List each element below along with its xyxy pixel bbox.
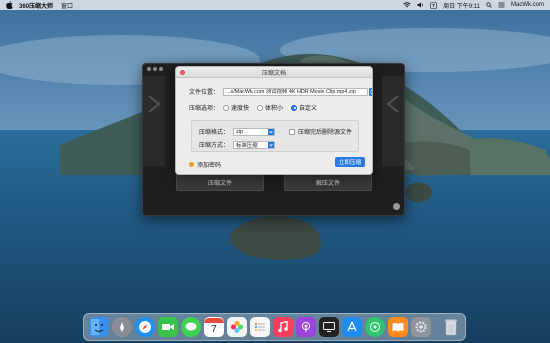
option-small-radio[interactable] [257, 104, 264, 111]
music-icon[interactable] [273, 317, 293, 337]
menu-window[interactable]: 窗口 [61, 1, 73, 10]
menu-datetime[interactable]: 周日 下午9:11 [443, 1, 480, 10]
podcasts-icon[interactable] [296, 317, 316, 337]
option-small-label: 体积小 [265, 106, 284, 112]
volume-icon[interactable] [417, 2, 424, 8]
input-method-icon[interactable] [430, 1, 437, 9]
safari-icon[interactable] [135, 317, 155, 337]
method-row: 压缩方式： 标准压缩 [199, 140, 276, 149]
menu-site-label: MacWk.com [511, 2, 544, 8]
option-custom-radio[interactable] [291, 104, 298, 111]
add-password-label[interactable]: 添加密码 [197, 160, 221, 169]
extract-file-button[interactable]: 解压文件 [284, 174, 372, 191]
zoom-window-button[interactable] [159, 67, 163, 71]
file-location-row: 文件位置： ...s/MacWk.com 测试视频 4K HDR Movie C… [189, 87, 372, 96]
file-location-label: 文件位置： [189, 90, 220, 96]
tv-icon[interactable] [319, 317, 339, 337]
calendar-day: 7 [211, 323, 217, 335]
method-select[interactable]: 标准压缩 [233, 140, 276, 149]
menu-extras: 周日 下午9:11 MacWk.com [403, 1, 544, 10]
dialog-title: 压缩文档 [261, 70, 286, 77]
option-custom-label: 自定义 [299, 106, 318, 112]
trash-icon[interactable] [441, 317, 461, 337]
format-label: 压缩格式： [199, 130, 230, 136]
dialog-close-button[interactable] [180, 70, 185, 75]
control-center-icon[interactable] [498, 2, 505, 8]
facetime-icon[interactable] [158, 317, 178, 337]
right-panel [382, 76, 404, 166]
method-label: 压缩方式： [199, 143, 230, 149]
compress-option-row: 压缩选项： 速度快 体积小 自定义 [189, 103, 325, 112]
path-dropdown-button[interactable] [369, 87, 372, 96]
lock-icon [189, 162, 194, 167]
calendar-icon[interactable]: 7 [204, 317, 224, 337]
app-store-icon[interactable] [342, 317, 362, 337]
spotlight-icon[interactable] [486, 2, 492, 8]
compress-dialog: 压缩文档 文件位置： ...s/MacWk.com 测试视频 4K HDR Mo… [175, 66, 373, 175]
chevron-down-icon [268, 128, 275, 135]
compress-option-label: 压缩选项： [189, 106, 220, 112]
method-value: 标准压缩 [236, 142, 258, 149]
chevron-down-icon [268, 141, 275, 148]
option-fast-radio[interactable] [223, 104, 230, 111]
file-path-field[interactable]: ...s/MacWk.com 测试视频 4K HDR Movie Clip.mp… [223, 87, 369, 96]
option-custom[interactable]: 自定义 [291, 103, 317, 112]
left-panel [143, 76, 165, 166]
format-select[interactable]: zip [233, 127, 276, 136]
settings-icon[interactable] [393, 203, 400, 210]
menu-bar: 360压缩大师 窗口 周日 下午9:11 MacWk.com [0, 0, 550, 10]
menu-app-name[interactable]: 360压缩大师 [19, 1, 53, 10]
launchpad-icon[interactable] [112, 317, 132, 337]
messages-icon[interactable] [181, 317, 201, 337]
delete-source-checkbox[interactable] [289, 128, 295, 135]
format-value: zip [236, 128, 243, 135]
compress-file-button[interactable]: 压缩文件 [176, 174, 264, 191]
system-preferences-icon[interactable] [411, 317, 431, 337]
option-small[interactable]: 体积小 [257, 103, 283, 112]
delete-source-label: 压缩完后删除源文件 [298, 130, 353, 136]
window-controls [147, 67, 163, 71]
delete-source-row: 压缩完后删除源文件 [289, 127, 352, 136]
add-password-row[interactable]: 添加密码 [189, 160, 221, 169]
format-row: 压缩格式： zip [199, 127, 276, 136]
wifi-icon[interactable] [403, 2, 411, 8]
start-compress-button[interactable]: 立即压缩 [335, 157, 365, 167]
apple-menu-icon[interactable] [6, 1, 13, 9]
books-icon[interactable] [388, 317, 408, 337]
close-window-button[interactable] [147, 67, 151, 71]
find-my-icon[interactable] [365, 317, 385, 337]
option-fast-label: 速度快 [231, 106, 250, 112]
file-path-value: ...s/MacWk.com 测试视频 4K HDR Movie Clip.mp… [226, 88, 356, 95]
reminders-icon[interactable] [250, 317, 270, 337]
custom-settings-panel: 压缩格式： zip 压缩完后删除源文件 压缩方式： 标准压缩 [191, 120, 359, 152]
photos-icon[interactable] [227, 317, 247, 337]
dock: 7 [83, 313, 466, 341]
option-fast[interactable]: 速度快 [223, 103, 249, 112]
minimize-window-button[interactable] [153, 67, 157, 71]
finder-icon[interactable] [89, 317, 109, 337]
dialog-titlebar: 压缩文档 [176, 67, 372, 78]
